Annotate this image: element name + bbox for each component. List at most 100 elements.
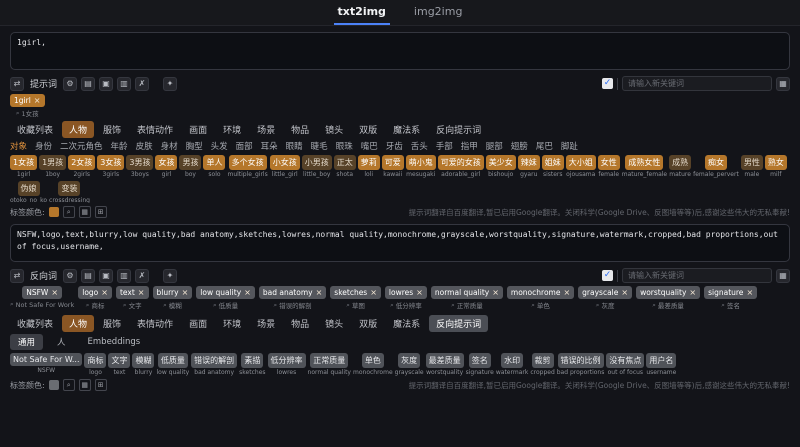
tag-button[interactable]: 小女孩 little_girl [269, 155, 300, 178]
paste-icon[interactable]: ▥ [117, 268, 132, 283]
negative-subtab[interactable]: 人 [49, 334, 74, 350]
grid-swatch-icon[interactable]: ▦ [78, 379, 91, 391]
chip-body[interactable]: NSFW × [22, 286, 63, 299]
tag-button[interactable]: 素描 sketches [239, 353, 266, 376]
tag-color-swatch[interactable] [48, 207, 59, 217]
copy-icon[interactable]: ▣ [99, 76, 114, 91]
tag-button[interactable]: 可爱 kawaii [381, 155, 404, 178]
expand-icon[interactable]: ▦ [776, 268, 790, 283]
tag-button[interactable]: 成熟 mature [669, 155, 692, 178]
negative-subtab[interactable]: 通用 [10, 334, 44, 350]
tag-category-tab[interactable]: 表情动作 [130, 315, 180, 332]
paste-icon[interactable]: ▥ [117, 76, 132, 91]
tag-button[interactable]: 萝莉 loli [357, 155, 380, 178]
tag-category-tab[interactable]: 环境 [216, 121, 248, 138]
chip-body[interactable]: worstquality × [636, 286, 701, 299]
subcategory-link[interactable]: 身份 [35, 140, 52, 152]
tag-button[interactable]: 水印 watermark [496, 353, 528, 376]
tag-button[interactable]: 辣妹 gyaru [517, 155, 540, 178]
tag-button[interactable]: 正常质量 normal quality [308, 353, 351, 376]
subcategory-link[interactable]: 指甲 [461, 140, 478, 152]
tag-button[interactable]: 单色 monochrome [353, 353, 393, 376]
prompt-chip[interactable]: 1girl × ⌕ 1女孩 [10, 94, 45, 118]
tag-button[interactable]: 伪娘 otoko_no_ko [10, 181, 47, 203]
tag-category-tab[interactable]: 物品 [284, 315, 316, 332]
subcategory-link[interactable]: 翅膀 [511, 140, 528, 152]
chip-body[interactable]: lowres × [384, 286, 427, 299]
prompt-chip[interactable]: NSFW × ⌕ Not Safe For Work [10, 286, 74, 309]
prompt-chip[interactable]: blurry × ⌕ 模糊 [152, 286, 193, 310]
tag-button[interactable]: 女孩 girl [155, 155, 178, 178]
tag-category-tab[interactable]: 表情动作 [130, 121, 180, 138]
chip-remove-icon[interactable]: × [370, 288, 377, 297]
tag-button[interactable]: 萌小鬼 mesugaki [405, 155, 436, 178]
subcategory-link[interactable]: 睫毛 [311, 140, 328, 152]
tag-category-tab[interactable]: 画面 [182, 121, 214, 138]
search-swatch-icon[interactable]: ⌕ [62, 379, 75, 391]
negative-subtab[interactable]: Embeddings [80, 335, 149, 349]
subcategory-link[interactable]: 年龄 [111, 140, 128, 152]
chip-body[interactable]: grayscale × [578, 286, 633, 299]
tag-button[interactable]: 大小姐 ojousama [565, 155, 596, 178]
tag-button[interactable]: 裁剪 cropped [530, 353, 555, 376]
subcategory-link[interactable]: 对象 [10, 140, 27, 152]
chip-body[interactable]: 1girl × [10, 94, 45, 107]
history-icon[interactable]: ▤ [81, 76, 96, 91]
tag-color-swatch[interactable] [48, 380, 59, 390]
settings-icon[interactable]: ⚙ [63, 268, 78, 283]
new-keyword-checkbox[interactable]: ✓ [602, 270, 613, 281]
subcategory-link[interactable]: 腿部 [486, 140, 503, 152]
tag-category-tab[interactable]: 人物 [62, 121, 95, 138]
tag-button[interactable]: 2女孩 2girls [68, 155, 96, 178]
tag-category-tab[interactable]: 场景 [250, 315, 282, 332]
negative-prompt-textarea[interactable]: NSFW,logo,text,blurry,low quality,bad an… [10, 224, 790, 262]
chip-remove-icon[interactable]: × [101, 288, 108, 297]
settings-icon[interactable]: ⚙ [63, 76, 78, 91]
translate-icon[interactable]: ⇄ [10, 76, 24, 91]
tag-category-tab[interactable]: 场景 [250, 121, 282, 138]
search-swatch-icon[interactable]: ⌕ [62, 206, 75, 218]
tag-category-tab[interactable]: 镜头 [318, 121, 350, 138]
tag-button[interactable]: 签名 signature [466, 353, 494, 376]
magic-icon[interactable]: ✦ [163, 268, 178, 283]
tag-button[interactable]: 正太 shota [333, 155, 356, 178]
tag-button[interactable]: 用户名 username [646, 353, 677, 376]
tag-category-tab[interactable]: 双版 [352, 121, 384, 138]
tag-category-tab[interactable]: 反向提示词 [429, 121, 488, 138]
tag-category-tab[interactable]: 镜头 [318, 315, 350, 332]
tag-button[interactable]: 低质量 low quality [156, 353, 189, 376]
tag-button[interactable]: 3女孩 3girls [97, 155, 125, 178]
clear-icon[interactable]: ✗ [135, 268, 150, 283]
subcategory-link[interactable]: 胸型 [186, 140, 203, 152]
subcategory-link[interactable]: 身材 [161, 140, 178, 152]
tag-button[interactable]: 多个女孩 multiple_girls [227, 155, 268, 178]
expand-icon[interactable]: ▦ [776, 76, 790, 91]
tag-button[interactable]: Not Safe For W... NSFW [10, 353, 83, 376]
prompt-chip[interactable]: monochrome × ⌕ 单色 [506, 286, 575, 310]
new-keyword-checkbox[interactable]: ✓ [602, 78, 613, 89]
tag-category-tab[interactable]: 收藏列表 [10, 315, 60, 332]
subcategory-link[interactable]: 眼睛 [286, 140, 303, 152]
copy-icon[interactable]: ▣ [99, 268, 114, 283]
subcategory-link[interactable]: 头发 [211, 140, 228, 152]
tag-button[interactable]: 男性 male [740, 155, 763, 178]
subcategory-link[interactable]: 嘴巴 [361, 140, 378, 152]
prompt-chip[interactable]: signature × ⌕ 签名 [704, 286, 758, 310]
tag-button[interactable]: 错误的比例 bad proportions [557, 353, 604, 376]
grid-swatch-icon[interactable]: ▦ [78, 206, 91, 218]
positive-prompt-textarea[interactable]: 1girl, [10, 32, 790, 70]
prompt-chip[interactable]: sketches × ⌕ 草图 [330, 286, 381, 310]
chip-body[interactable]: monochrome × [506, 286, 575, 299]
new-keyword-input[interactable] [622, 76, 772, 91]
tag-button[interactable]: 姐妹 sisters [541, 155, 564, 178]
translate-icon[interactable]: ⇄ [10, 268, 24, 283]
chip-body[interactable]: normal quality × [430, 286, 503, 299]
tag-button[interactable]: 1女孩 1girl [10, 155, 38, 178]
tag-button[interactable]: 错误的解剖 bad anatomy [191, 353, 238, 376]
tag-button[interactable]: 变装 crossdressing [49, 181, 90, 203]
subcategory-link[interactable]: 尾巴 [536, 140, 553, 152]
tag-button[interactable]: 低分辨率 lowres [267, 353, 306, 376]
chip-remove-icon[interactable]: × [182, 288, 189, 297]
prompt-chip[interactable]: bad anatomy × ⌕ 错误的解剖 [258, 286, 327, 310]
subcategory-link[interactable]: 二次元角色 [60, 140, 103, 152]
